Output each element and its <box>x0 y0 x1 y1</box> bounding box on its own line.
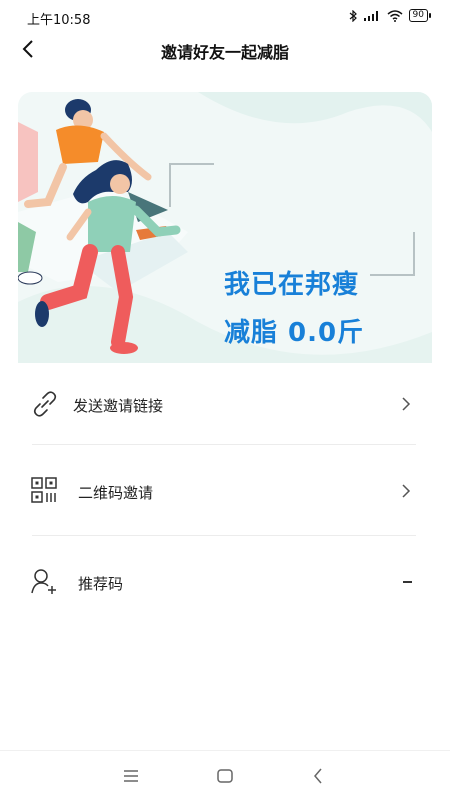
header: 邀请好友一起减脂 <box>0 34 450 64</box>
status-icons: 90 <box>349 9 432 22</box>
menu-icon <box>124 770 138 782</box>
home-icon <box>217 769 233 783</box>
divider <box>32 535 416 536</box>
invite-banner: 我已在邦瘦 减脂 0.0斤 <box>18 92 432 363</box>
referral-code-label: 推荐码 <box>78 575 124 593</box>
banner-line-2: 减脂 0.0斤 <box>224 318 365 348</box>
banner-line-1: 我已在邦瘦 <box>224 270 360 300</box>
qr-code-invite-item[interactable]: 二维码邀请 <box>0 446 450 532</box>
system-navigation-bar <box>0 750 450 801</box>
chevron-right-icon <box>402 397 411 411</box>
send-invite-link-label: 发送邀请链接 <box>73 397 164 415</box>
qr-code-icon <box>31 477 57 503</box>
menu-button[interactable] <box>118 765 144 787</box>
status-time: 上午10:58 <box>27 13 91 28</box>
home-button[interactable] <box>212 765 238 787</box>
referral-code-item[interactable]: 推荐码 – <box>0 537 450 623</box>
status-bar: 上午10:58 90 <box>0 0 450 34</box>
divider <box>32 444 416 445</box>
back-nav-button[interactable] <box>306 765 332 787</box>
signal-icon <box>363 11 378 21</box>
link-icon <box>33 391 57 417</box>
chevron-right-icon <box>402 484 411 498</box>
send-invite-link-item[interactable]: 发送邀请链接 <box>0 363 450 449</box>
bluetooth-icon <box>349 9 357 22</box>
battery-indicator: 90 <box>408 9 432 22</box>
qr-code-invite-label: 二维码邀请 <box>78 484 154 502</box>
add-user-icon <box>31 569 56 594</box>
back-icon <box>314 768 322 784</box>
wifi-icon <box>387 9 403 22</box>
page-title: 邀请好友一起减脂 <box>160 43 289 62</box>
referral-code-value <box>403 581 412 583</box>
